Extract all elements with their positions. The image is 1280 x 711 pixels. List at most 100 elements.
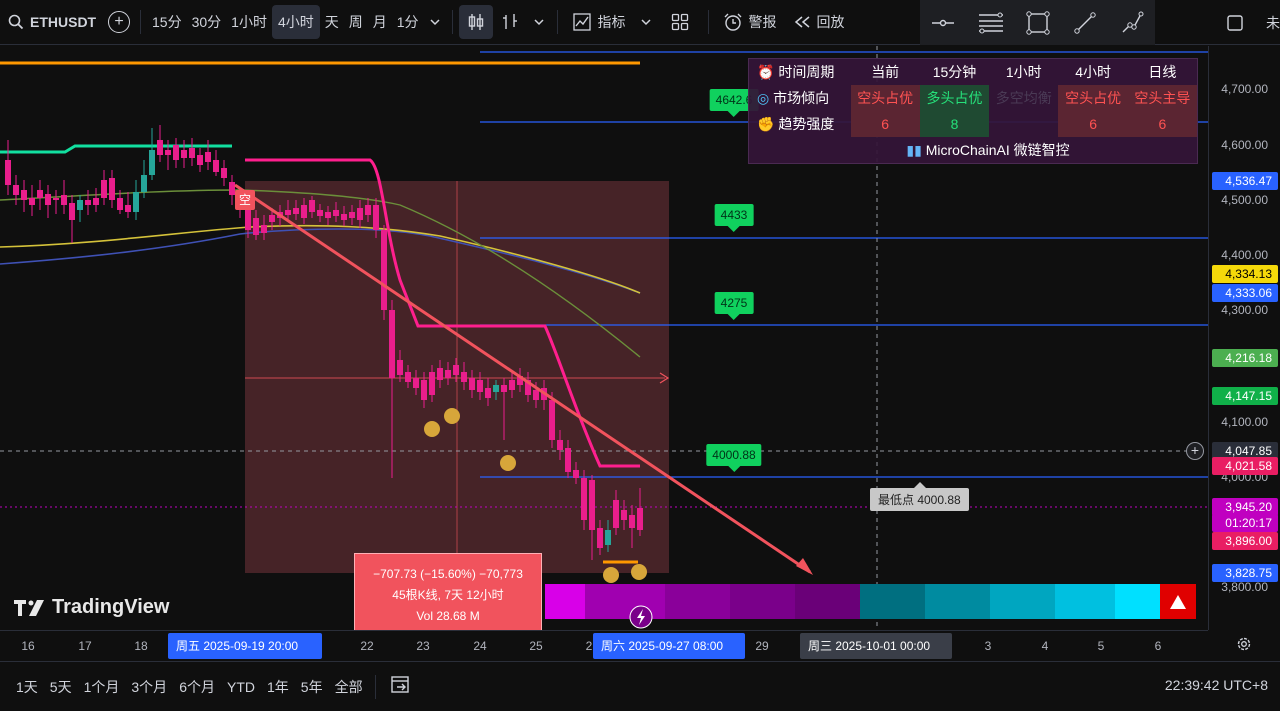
chart-type-candles[interactable] [458, 0, 493, 45]
indicators-dropdown[interactable] [634, 0, 658, 45]
signal-dot [603, 567, 619, 583]
drawing-toolbar [920, 0, 1155, 45]
range-3m[interactable]: 3个月 [125, 677, 173, 697]
candle-body [613, 500, 619, 528]
candle-body [301, 205, 307, 218]
tradingview-logo: TradingView [14, 596, 169, 619]
interval-15m[interactable]: 15分 [147, 0, 187, 45]
chart-type-dropdown[interactable] [527, 0, 551, 45]
candle-body [405, 372, 411, 382]
interval-1mo[interactable]: 月 [368, 0, 392, 45]
price-tag: 4,147.15 [1212, 387, 1278, 405]
rectangle-tool-icon[interactable] [1026, 10, 1051, 35]
time-label: 3 [984, 639, 992, 653]
compare-button[interactable]: + [104, 0, 134, 45]
interval-30m[interactable]: 30分 [187, 0, 227, 45]
layouts-button[interactable] [658, 0, 702, 45]
interval-1min[interactable]: 1分 [392, 0, 424, 45]
alert-label: 警报 [748, 14, 777, 30]
trend-line-icon[interactable] [1073, 11, 1097, 35]
candle-body [437, 368, 443, 380]
price-tag: 4,536.47 [1212, 172, 1278, 190]
candle-body [365, 205, 371, 215]
trend-info-table: ⏰ 时间周期 当前 15分钟 1小时 4小时 日线 ◎ 市场倾向 空头占优 多头… [748, 58, 1198, 164]
interval-dropdown[interactable] [424, 0, 446, 45]
bars-chart-icon [502, 14, 517, 29]
measure-change: −707.73 (−15.60%) −70,773 [373, 567, 523, 581]
add-alert-plus-icon[interactable]: + [1186, 442, 1204, 460]
settings-gear-icon[interactable] [1236, 636, 1252, 657]
globe-icon: ◎ [757, 90, 774, 106]
bottom-toolbar: 1天 5天 1个月 3个月 6个月 YTD 1年 5年 全部 22:39:42 … [0, 661, 1280, 711]
time-highlight-end: 周六 2025-09-27 08:00 [593, 633, 745, 659]
tradingview-logo-icon [14, 599, 44, 616]
candle-body [125, 205, 131, 212]
range-6m[interactable]: 6个月 [173, 677, 221, 697]
time-label: 22 [360, 639, 374, 653]
interval-4h[interactable]: 4小时 [271, 5, 320, 39]
candle-body [61, 195, 67, 205]
strength-15m: 8 [919, 111, 990, 137]
range-1d[interactable]: 1天 [10, 677, 44, 697]
range-5y[interactable]: 5年 [295, 677, 329, 697]
price-label: 4,400.00 [1221, 248, 1268, 262]
interval-1h[interactable]: 1小时 [226, 0, 272, 45]
interval-1w[interactable]: 周 [344, 0, 368, 45]
supertrend-bull [0, 144, 232, 154]
fullscreen-button[interactable] [1222, 0, 1248, 45]
range-5d[interactable]: 5天 [44, 677, 78, 697]
fib-retracement-icon[interactable] [978, 12, 1004, 34]
time-label: 5 [1097, 639, 1105, 653]
bias-4h: 空头占优 [1058, 85, 1128, 111]
price-tag: 4,333.06 [1212, 284, 1278, 302]
measure-volume: Vol 28.68 M [416, 609, 480, 623]
flexed-arm-icon: ✊ [757, 116, 779, 132]
toolbar-cut-label[interactable]: 未 [1266, 13, 1280, 33]
price-flag-4433: 4433 [714, 204, 754, 232]
symbol-search[interactable]: ETHUSDT [0, 0, 104, 45]
price-tag: 4,334.13 [1212, 265, 1278, 283]
goto-date-button[interactable] [382, 674, 420, 699]
candle-body [317, 210, 323, 216]
range-1m[interactable]: 1个月 [78, 677, 126, 697]
candle-body [189, 148, 195, 158]
price-flag-4275: 4275 [714, 292, 754, 320]
clock[interactable]: 22:39:42 UTC+8 [1165, 677, 1268, 693]
symbol-name: ETHUSDT [30, 14, 97, 30]
time-label: 25 [529, 639, 543, 653]
replay-button[interactable]: 回放 [785, 0, 853, 45]
alert-button[interactable]: 警报 [715, 0, 785, 45]
candle-body [285, 210, 291, 215]
interval-1d[interactable]: 天 [320, 0, 344, 45]
candle-body [69, 203, 75, 220]
time-axis[interactable]: 16 17 18 22 23 24 25 2 29 3 4 5 6 周五 202… [0, 630, 1208, 660]
range-1y[interactable]: 1年 [261, 677, 295, 697]
candle-body [165, 150, 171, 155]
candle-body [589, 480, 595, 530]
candle-body [269, 215, 275, 222]
header-4h: 4小时 [1075, 64, 1111, 80]
low-point-label: 最低点 4000.88 [870, 482, 969, 511]
indicators-button[interactable]: 指标 [564, 0, 634, 45]
tradingview-logo-text: TradingView [52, 596, 170, 618]
trend-line-arrowhead [796, 558, 813, 575]
calendar-arrow-icon [390, 676, 409, 693]
chevron-down-icon [534, 19, 544, 26]
candle-body [133, 192, 139, 212]
strength-current: 6 [850, 111, 920, 137]
range-all[interactable]: 全部 [329, 677, 369, 697]
price-axis[interactable]: 4,700.00 4,600.00 4,500.00 4,400.00 4,30… [1208, 46, 1280, 630]
candle-body [213, 160, 219, 172]
horizontal-ray-icon[interactable] [931, 13, 955, 33]
time-label: 4 [1041, 639, 1049, 653]
info-bias-row: ◎ 市场倾向 空头占优 多头占优 多空均衡 空头占优 空头主导 [749, 85, 1198, 111]
candle-body [101, 180, 107, 198]
range-ytd[interactable]: YTD [221, 679, 261, 695]
signal-dot [444, 408, 460, 424]
path-tool-icon[interactable] [1120, 11, 1144, 35]
candle-body [413, 378, 419, 388]
candle-body [549, 400, 555, 440]
chart-type-bars[interactable] [493, 0, 527, 45]
bar-chart-icon: ▮▮ [906, 142, 926, 158]
time-label: 16 [21, 639, 35, 653]
